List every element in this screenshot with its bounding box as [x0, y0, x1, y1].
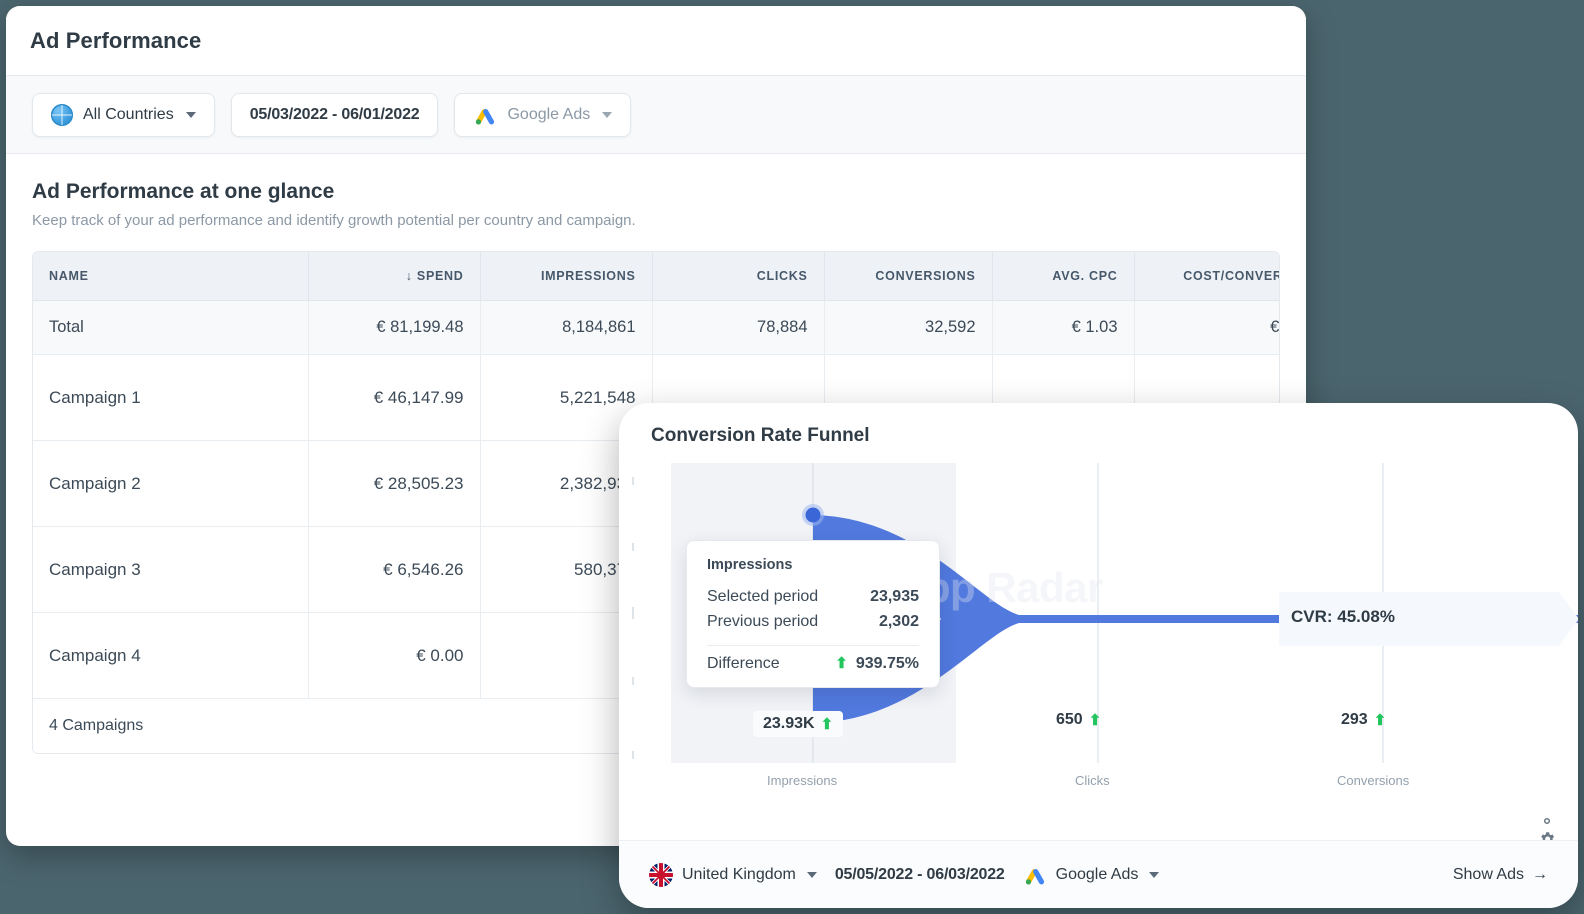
- table-header-row: NAME ↓ SPEND IMPRESSIONS CLICKS CONVERSI…: [33, 252, 1280, 301]
- screen: Ad Performance All Countries 05/03/2022 …: [0, 0, 1584, 914]
- column-header-impressions[interactable]: IMPRESSIONS: [480, 252, 652, 301]
- column-header-cost-per-conversion[interactable]: COST/CONVERSION: [1134, 252, 1280, 301]
- section-heading: Ad Performance at one glance: [32, 180, 1280, 204]
- country-filter-label: All Countries: [83, 106, 174, 124]
- tooltip-selected-period-value: 23,935: [870, 585, 919, 610]
- tooltip-selected-period-row: Selected period 23,935: [707, 585, 919, 610]
- sort-desc-icon: ↓: [406, 269, 413, 283]
- tooltip-title: Impressions: [707, 557, 919, 573]
- column-header-spend-label: SPEND: [417, 269, 464, 283]
- cell-clicks: 78,884: [652, 301, 824, 355]
- cell-avg-cpc: € 1.03: [992, 301, 1134, 355]
- cell-conversions: 32,592: [824, 301, 992, 355]
- stage-value-clicks-text: 650: [1056, 711, 1083, 729]
- cell-name: Campaign 1: [33, 355, 308, 441]
- funnel-title: Conversion Rate Funnel: [619, 403, 1578, 447]
- tooltip-previous-period-label: Previous period: [707, 610, 818, 635]
- uk-flag-icon: [649, 863, 673, 887]
- funnel-bottom-bar: United Kingdom 05/05/2022 - 06/03/2022 G…: [619, 840, 1578, 908]
- stage-label-conversions: Conversions: [1337, 773, 1409, 788]
- show-ads-label: Show Ads: [1453, 866, 1524, 884]
- google-ads-icon: [1023, 863, 1047, 887]
- cell-name: Total: [33, 301, 308, 355]
- stage-value-impressions: 23.93K ⬆: [753, 711, 843, 737]
- cell-name: Campaign 4: [33, 613, 308, 699]
- funnel-tooltip: Impressions Selected period 23,935 Previ…: [686, 540, 940, 688]
- column-header-clicks[interactable]: CLICKS: [652, 252, 824, 301]
- cell-impressions: 8,184,861: [480, 301, 652, 355]
- tooltip-divider: [707, 645, 919, 646]
- cell-spend: € 6,546.26: [308, 527, 480, 613]
- funnel-country-filter[interactable]: United Kingdom: [649, 863, 817, 887]
- page-title: Ad Performance: [30, 28, 201, 54]
- funnel-network-label: Google Ads: [1056, 866, 1139, 884]
- cell-cost-per-conversion: € 2.49: [1134, 301, 1280, 355]
- marker-dot[interactable]: [806, 508, 821, 523]
- column-header-spend[interactable]: ↓ SPEND: [308, 252, 480, 301]
- network-filter-button[interactable]: Google Ads: [454, 93, 631, 137]
- stage-value-clicks: 650 ⬆: [1056, 711, 1101, 729]
- cell-name: Campaign 2: [33, 441, 308, 527]
- date-range-label: 05/03/2022 - 06/01/2022: [250, 106, 420, 124]
- tooltip-difference-label: Difference: [707, 655, 780, 673]
- column-header-conversions[interactable]: CONVERSIONS: [824, 252, 992, 301]
- conversion-rate-funnel-card: Conversion Rate Funnel: [619, 403, 1578, 908]
- stage-label-clicks: Clicks: [1075, 773, 1110, 788]
- stage-value-conversions-text: 293: [1341, 711, 1368, 729]
- column-header-avg-cpc[interactable]: AVG. CPC: [992, 252, 1134, 301]
- network-filter-label: Google Ads: [507, 106, 590, 124]
- show-ads-link[interactable]: Show Ads →: [1453, 866, 1548, 884]
- funnel-network-filter[interactable]: Google Ads: [1023, 863, 1160, 887]
- funnel-date-range-button[interactable]: 05/05/2022 - 06/03/2022: [835, 866, 1005, 884]
- cell-spend: € 28,505.23: [308, 441, 480, 527]
- google-ads-icon: [473, 103, 497, 127]
- trend-up-icon: ⬆: [1089, 713, 1102, 728]
- cell-name: Campaign 3: [33, 527, 308, 613]
- chevron-down-icon: [186, 112, 196, 118]
- stage-value-conversions: 293 ⬆: [1341, 711, 1386, 729]
- cell-spend: € 81,199.48: [308, 301, 480, 355]
- trend-up-icon: ⬆: [835, 656, 848, 671]
- date-range-button[interactable]: 05/03/2022 - 06/01/2022: [231, 93, 439, 137]
- cell-spend: € 0.00: [308, 613, 480, 699]
- funnel-date-range-label: 05/05/2022 - 06/03/2022: [835, 866, 1005, 884]
- globe-icon: [51, 104, 73, 126]
- column-header-name[interactable]: NAME: [33, 252, 308, 301]
- tooltip-previous-period-value: 2,302: [879, 610, 919, 635]
- funnel-country-label: United Kingdom: [682, 866, 796, 884]
- stage-value-impressions-text: 23.93K: [763, 715, 815, 733]
- tooltip-difference-row: Difference ⬆ 939.75%: [707, 655, 919, 673]
- trend-up-icon: ⬆: [821, 717, 834, 732]
- arrow-right-icon: →: [1532, 866, 1548, 884]
- table-row-total: Total € 81,199.48 8,184,861 78,884 32,59…: [33, 301, 1280, 355]
- gear-icon[interactable]: [1538, 812, 1556, 830]
- chevron-down-icon: [602, 112, 612, 118]
- tooltip-previous-period-row: Previous period 2,302: [707, 610, 919, 635]
- section-subheading: Keep track of your ad performance and id…: [32, 212, 1280, 229]
- stage-label-impressions: Impressions: [767, 773, 837, 788]
- chevron-down-icon: [807, 872, 817, 878]
- card-header: Ad Performance: [6, 6, 1306, 76]
- section-intro: Ad Performance at one glance Keep track …: [6, 154, 1306, 229]
- trend-up-icon: ⬆: [1374, 713, 1387, 728]
- filter-bar: All Countries 05/03/2022 - 06/01/2022 Go…: [6, 76, 1306, 154]
- tooltip-selected-period-label: Selected period: [707, 585, 818, 610]
- cvr-label-clicks-to-conversions: CVR: 45.08%: [1291, 607, 1395, 627]
- chevron-down-icon: [1149, 872, 1159, 878]
- country-filter-button[interactable]: All Countries: [32, 93, 215, 137]
- tooltip-difference-value: 939.75%: [856, 655, 919, 673]
- cell-spend: € 46,147.99: [308, 355, 480, 441]
